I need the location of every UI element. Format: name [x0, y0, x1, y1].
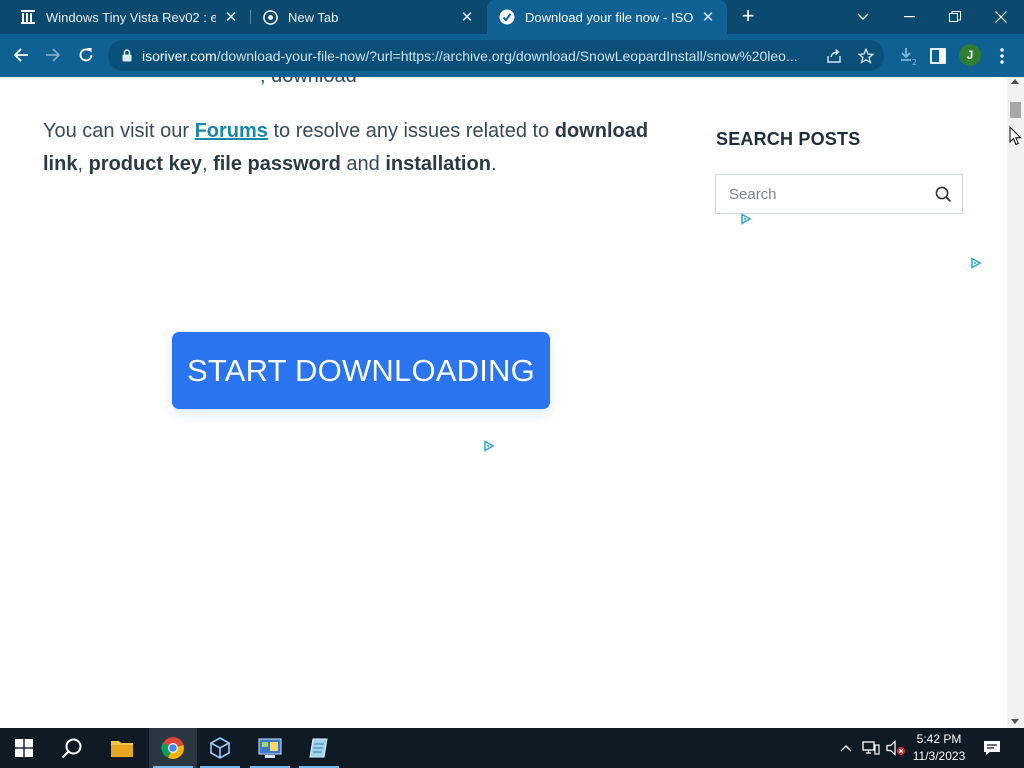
sidebar-title: SEARCH POSTS	[716, 129, 861, 149]
tab-title: Download your file now - ISORIV	[525, 9, 693, 25]
tab-new-tab[interactable]: New Tab ✕	[250, 0, 486, 34]
search-posts-input[interactable]	[729, 185, 933, 203]
url-path: /download-your-file-now/?url=https://arc…	[216, 47, 798, 64]
adchoices-icon[interactable]	[970, 257, 982, 269]
minimize-icon[interactable]	[886, 0, 932, 34]
svg-text:2: 2	[912, 58, 917, 66]
system-clock[interactable]: 5:42 PM 11/3/2023	[910, 731, 968, 765]
profile-avatar[interactable]: J	[959, 44, 981, 66]
tab-strip: Windows Tiny Vista Rev02 : eXPe ✕ New Ta…	[0, 0, 1024, 34]
restore-icon[interactable]	[932, 0, 978, 34]
forums-link[interactable]: Forums	[195, 120, 268, 142]
url-host: isoriver.com	[142, 47, 217, 64]
downloads-icon[interactable]: 2	[896, 44, 920, 68]
lock-icon[interactable]	[120, 49, 134, 62]
intro-text: ,	[77, 153, 89, 175]
search-posts-box	[715, 174, 963, 214]
close-window-icon[interactable]	[978, 0, 1024, 34]
intro-text: ,	[201, 153, 214, 175]
virtualbox-icon[interactable]	[196, 728, 244, 768]
isoriver-favicon	[499, 9, 515, 25]
tab-windows-tiny-vista[interactable]: Windows Tiny Vista Rev02 : eXPe ✕	[8, 0, 250, 34]
chevron-up-icon[interactable]	[836, 738, 856, 758]
tab-download-your-file[interactable]: Download your file now - ISORIV ✕	[487, 0, 727, 34]
scroll-down-arrow-icon[interactable]	[1011, 719, 1019, 724]
start-downloading-button[interactable]: START DOWNLOADING	[172, 332, 550, 409]
windows-taskbar: 5:42 PM 11/3/2023	[0, 728, 1024, 768]
mouse-cursor-icon	[1009, 126, 1022, 146]
network-icon[interactable]	[861, 738, 881, 758]
reload-icon[interactable]	[71, 40, 101, 70]
back-arrow-icon[interactable]	[6, 40, 36, 70]
file-explorer-icon[interactable]	[98, 728, 146, 768]
close-tab-icon[interactable]: ✕	[699, 8, 717, 26]
adchoices-icon[interactable]	[483, 440, 495, 452]
forward-arrow-icon[interactable]	[38, 40, 68, 70]
intro-text: to resolve any issues related to	[267, 120, 555, 142]
page-viewport: ; download You can visit our Forums to r…	[0, 77, 1007, 728]
archive-icon	[20, 9, 36, 25]
bookmark-star-icon[interactable]	[856, 46, 876, 66]
adchoices-icon[interactable]	[740, 213, 752, 225]
close-tab-icon[interactable]: ✕	[458, 8, 476, 26]
term-installation: installation	[385, 153, 491, 175]
notepad-icon[interactable]	[295, 728, 343, 768]
close-tab-icon[interactable]: ✕	[222, 8, 240, 26]
scrollbar-thumb[interactable]	[1010, 102, 1021, 118]
new-tab-button[interactable]: +	[736, 5, 760, 29]
term-product-key: product key	[88, 153, 202, 175]
url-text[interactable]: isoriver.com/download-your-file-now/?url…	[142, 48, 814, 64]
intro-text: You can visit our	[43, 120, 195, 142]
side-panel-icon[interactable]	[926, 44, 950, 68]
term-file-password: file password	[213, 153, 341, 175]
browser-toolbar: isoriver.com/download-your-file-now/?url…	[0, 34, 1024, 77]
clipped-previous-line: ; download	[260, 77, 357, 88]
scroll-up-arrow-icon[interactable]	[1011, 79, 1019, 84]
control-panel-icon[interactable]	[246, 728, 294, 768]
clock-time: 5:42 PM	[916, 732, 962, 746]
chrome-icon[interactable]	[149, 728, 197, 768]
forums-paragraph: You can visit our Forums to resolve any …	[43, 115, 663, 181]
search-icon[interactable]	[933, 184, 953, 204]
tab-title: New Tab	[288, 9, 339, 25]
chrome-icon	[262, 9, 278, 25]
intro-text: and	[340, 153, 386, 175]
search-icon[interactable]	[48, 728, 96, 768]
address-bar[interactable]: isoriver.com/download-your-file-now/?url…	[108, 40, 884, 71]
tab-search-chevron-icon[interactable]	[840, 0, 886, 34]
vertical-scrollbar[interactable]	[1007, 77, 1024, 728]
tab-title: Windows Tiny Vista Rev02 : eXPe	[46, 9, 216, 25]
notifications-icon[interactable]	[982, 738, 1002, 758]
share-icon[interactable]	[824, 46, 844, 66]
clock-date: 11/3/2023	[912, 749, 966, 763]
kebab-menu-icon[interactable]	[990, 44, 1014, 68]
start-icon[interactable]	[0, 728, 48, 768]
intro-text: .	[490, 153, 497, 175]
volume-muted-icon[interactable]	[886, 738, 906, 758]
